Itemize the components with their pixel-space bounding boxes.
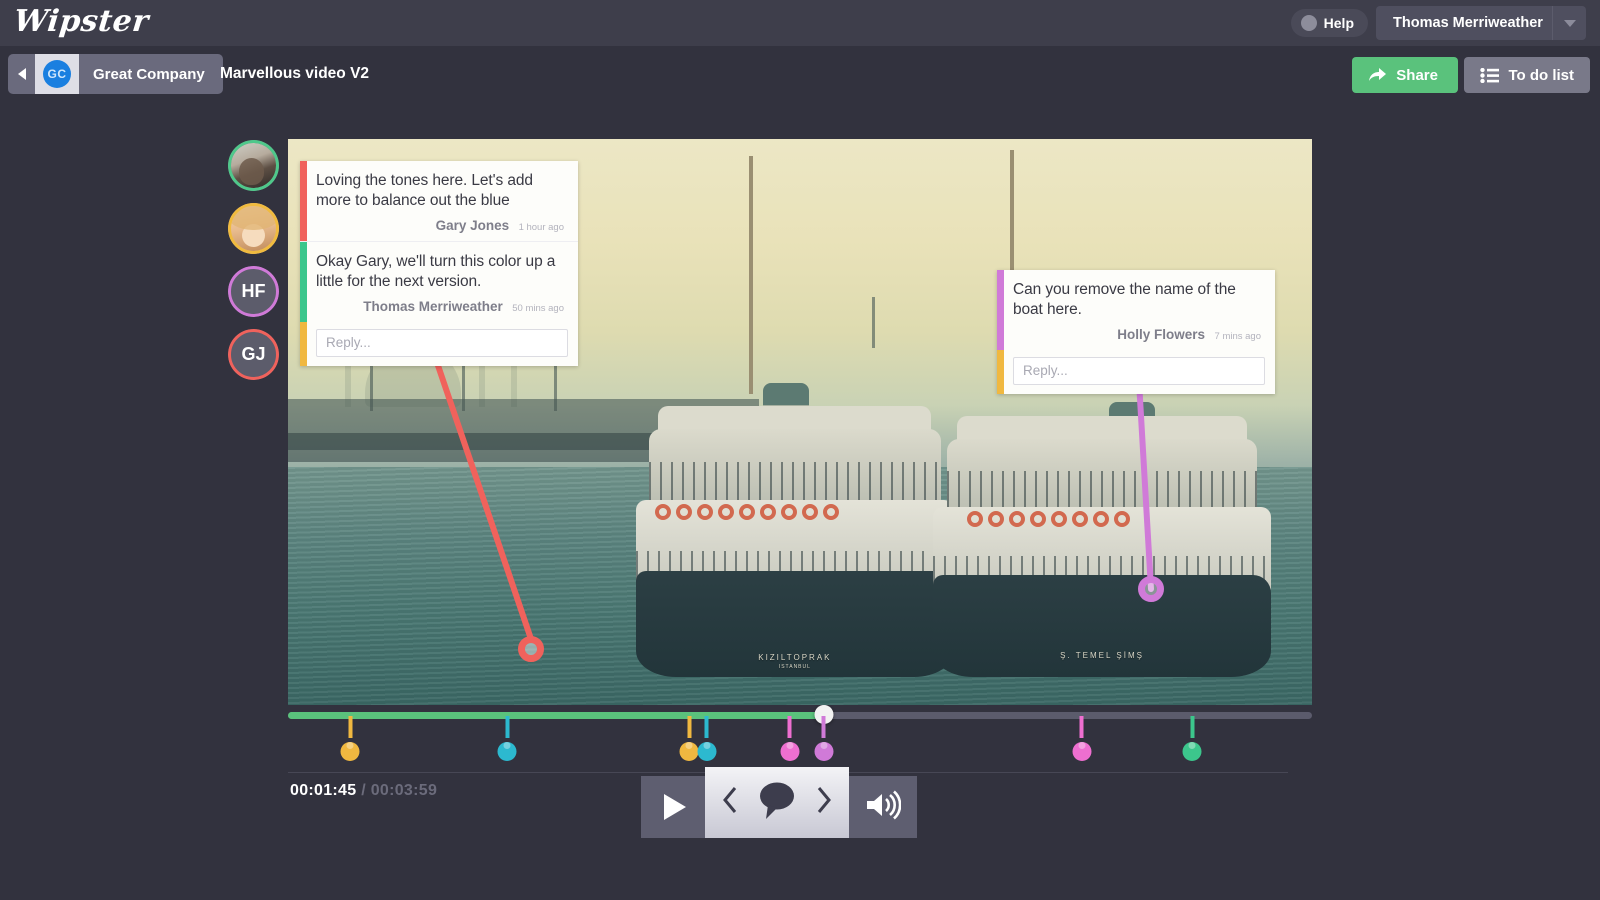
boat-port-label: ISTANBUL <box>778 664 811 671</box>
timeline-track[interactable] <box>288 712 1312 719</box>
time-separator: / <box>361 782 366 799</box>
ferry-boat-right: Ş. TEMEL ŞİMŞ <box>933 394 1272 677</box>
list-icon <box>1480 67 1500 83</box>
company-name: Great Company <box>93 65 205 83</box>
avatar-photo-2[interactable] <box>228 203 279 254</box>
next-comment-button[interactable] <box>815 785 832 820</box>
comment-body: Loving the tones here. Let's add more to… <box>316 172 533 210</box>
play-button[interactable] <box>641 776 705 838</box>
timeline-progress <box>288 712 824 719</box>
comment-thread-right[interactable]: Can you remove the name of the boat here… <box>997 270 1275 394</box>
timeline[interactable] <box>288 705 1312 762</box>
share-icon <box>1368 67 1387 83</box>
reply-row <box>300 321 578 366</box>
timeline-marker[interactable] <box>814 716 834 761</box>
share-button[interactable]: Share <box>1352 57 1458 93</box>
reply-input[interactable] <box>1013 356 1265 385</box>
timeline-marker[interactable] <box>1072 716 1092 761</box>
ferry-boat-left: KIZILTOPRAK ISTANBUL <box>636 382 954 677</box>
comment-meta: Gary Jones 1 hour ago <box>316 217 564 235</box>
current-time: 00:01:45 <box>290 782 357 799</box>
share-label: Share <box>1396 66 1438 84</box>
volume-icon <box>865 790 902 825</box>
total-time: 00:03:59 <box>370 782 438 799</box>
comment-meta: Thomas Merriweather 50 mins ago <box>316 298 564 316</box>
reply-input[interactable] <box>316 328 568 357</box>
todo-label: To do list <box>1508 66 1574 84</box>
avatar-holly-flowers[interactable]: HF <box>228 266 279 317</box>
help-icon <box>1300 15 1317 31</box>
wipster-logo[interactable]: Wipster <box>12 4 150 39</box>
comment-body: Can you remove the name of the boat here… <box>1013 281 1236 319</box>
prev-comment-button[interactable] <box>722 785 739 820</box>
comment-item: Okay Gary, we'll turn this color up a li… <box>300 240 578 322</box>
timeline-marker[interactable] <box>697 716 717 761</box>
comment-body: Okay Gary, we'll turn this color up a li… <box>316 252 556 291</box>
comment-author: Holly Flowers <box>1117 326 1206 342</box>
help-label: Help <box>1323 15 1354 31</box>
comment-item: Can you remove the name of the boat here… <box>997 270 1275 350</box>
annotation-marker-red[interactable] <box>518 636 544 662</box>
reply-row <box>997 349 1275 394</box>
company-initials: GC <box>43 60 71 88</box>
user-name: Thomas Merriweather <box>1393 15 1543 31</box>
player-controls <box>641 767 917 838</box>
top-bar: Wipster Help Thomas Merriweather <box>0 0 1600 46</box>
comment-meta: Holly Flowers 7 mins ago <box>1013 326 1261 344</box>
timecode-display: 00:01:45 / 00:03:59 <box>290 782 437 800</box>
timeline-marker[interactable] <box>1182 716 1202 761</box>
back-arrow-icon[interactable] <box>8 54 35 94</box>
timeline-marker[interactable] <box>340 716 360 761</box>
boat-name-label-2: Ş. TEMEL ŞİMŞ <box>1060 651 1144 661</box>
collaborator-rail: HF GJ <box>228 140 280 392</box>
volume-button[interactable] <box>849 776 917 838</box>
page-title: Marvellous video V2 <box>220 65 370 82</box>
avatar-photo-1[interactable] <box>228 140 279 191</box>
user-menu[interactable]: Thomas Merriweather <box>1376 6 1586 40</box>
speech-bubble-icon[interactable] <box>753 779 801 826</box>
timeline-marker[interactable] <box>780 716 800 761</box>
comment-time: 1 hour ago <box>518 221 564 233</box>
comment-nav-group <box>705 767 849 838</box>
company-avatar: GC <box>35 54 79 94</box>
annotation-marker-purple[interactable] <box>1138 576 1164 602</box>
timeline-marker[interactable] <box>497 716 517 761</box>
comment-author: Gary Jones <box>435 217 510 233</box>
help-button[interactable]: Help <box>1290 9 1368 37</box>
play-icon <box>664 794 686 820</box>
sub-bar: GC Great Company Marvellous video V2 Sha… <box>0 46 1600 102</box>
comment-thread-left[interactable]: Loving the tones here. Let's add more to… <box>300 161 578 366</box>
comment-time: 7 mins ago <box>1214 330 1261 342</box>
comment-time: 50 mins ago <box>512 302 564 314</box>
wipster-app: Wipster Help Thomas Merriweather GC Grea… <box>0 0 1600 900</box>
boat-name-label: KIZILTOPRAK <box>758 652 832 662</box>
comment-item: Loving the tones here. Let's add more to… <box>300 161 578 241</box>
comment-author: Thomas Merriweather <box>363 298 503 314</box>
breadcrumb[interactable]: GC Great Company <box>8 54 223 94</box>
avatar-gary-jones[interactable]: GJ <box>228 329 279 380</box>
chevron-down-icon[interactable] <box>1552 6 1586 40</box>
timeline-marker[interactable] <box>679 716 699 761</box>
todo-list-button[interactable]: To do list <box>1464 57 1590 93</box>
